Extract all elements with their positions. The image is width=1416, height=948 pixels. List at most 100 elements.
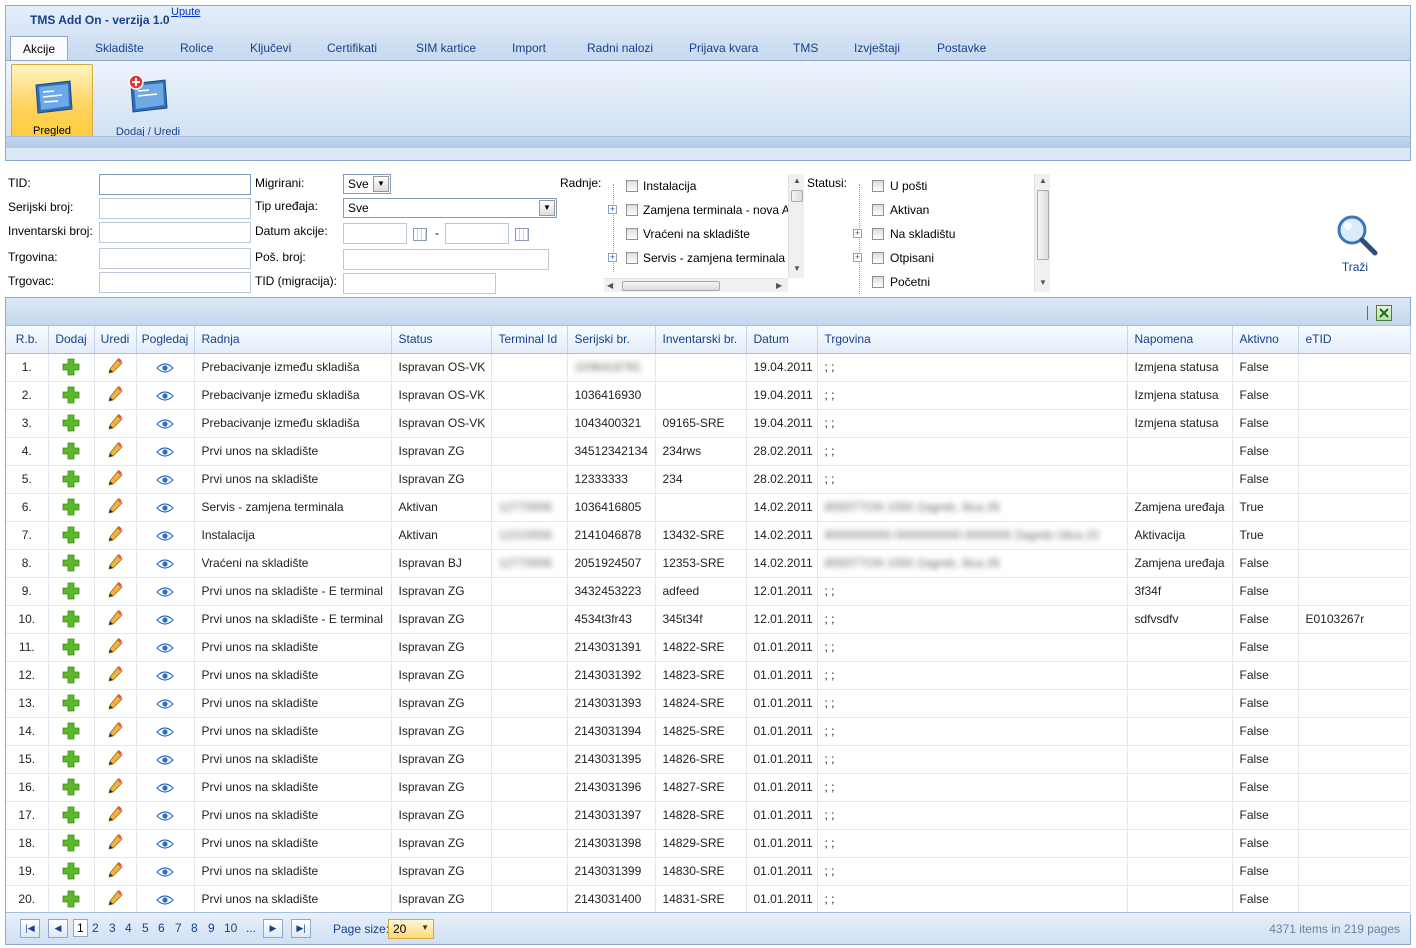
scroll-down-icon[interactable]: ▼ <box>793 264 801 273</box>
add-button[interactable] <box>48 829 95 858</box>
radnje-hscrollbar[interactable]: ◀ ▶ <box>604 278 788 292</box>
expand-icon[interactable]: + <box>853 253 862 262</box>
tid-migracija-input[interactable] <box>343 273 496 294</box>
edit-button[interactable] <box>94 829 137 858</box>
tab-izvjestaji[interactable]: Izvještaji <box>854 36 900 60</box>
edit-button[interactable] <box>94 437 137 466</box>
view-button[interactable] <box>136 493 195 522</box>
column-header-etid[interactable]: eTID <box>1298 326 1411 354</box>
dodaj-uredi-button[interactable]: Dodaj / Uredi <box>107 64 189 144</box>
help-link[interactable]: Upute <box>171 6 200 18</box>
radnje-vscrollbar[interactable]: ▲ ▼ <box>788 174 804 278</box>
view-button[interactable] <box>136 549 195 578</box>
tab-radni-nalozi[interactable]: Radni nalozi <box>587 36 653 60</box>
column-header-napomena[interactable]: Napomena <box>1127 326 1233 354</box>
view-button[interactable] <box>136 577 195 606</box>
column-header-pogledaj[interactable]: Pogledaj <box>136 326 195 354</box>
edit-button[interactable] <box>94 409 137 438</box>
page-link[interactable]: 6 <box>158 921 165 935</box>
column-header-rb[interactable]: R.b. <box>6 326 49 354</box>
checkbox[interactable] <box>872 252 884 264</box>
scroll-right-icon[interactable]: ▶ <box>776 281 782 290</box>
expand-icon[interactable]: + <box>608 253 617 262</box>
scroll-up-icon[interactable]: ▲ <box>793 176 801 185</box>
add-button[interactable] <box>48 717 95 746</box>
add-button[interactable] <box>48 773 95 802</box>
edit-button[interactable] <box>94 493 137 522</box>
table-row[interactable]: 5. Prvi unos na skladište Ispravan ZG 12333… <box>6 465 1411 494</box>
table-row[interactable]: 16. Prvi unos na skladište Ispravan ZG 2143… <box>6 773 1411 802</box>
edit-button[interactable] <box>94 381 137 410</box>
tab-certifikati[interactable]: Certifikati <box>327 36 377 60</box>
add-button[interactable] <box>48 353 95 382</box>
scroll-thumb[interactable] <box>1037 190 1049 260</box>
checkbox[interactable] <box>872 204 884 216</box>
tab-tms[interactable]: TMS <box>793 36 818 60</box>
edit-button[interactable] <box>94 661 137 690</box>
page-link[interactable]: 2 <box>92 921 99 935</box>
table-row[interactable]: 4. Prvi unos na skladište Ispravan ZG 34512… <box>6 437 1411 466</box>
view-button[interactable] <box>136 857 195 886</box>
table-row[interactable]: 17. Prvi unos na skladište Ispravan ZG 2143… <box>6 801 1411 830</box>
table-row[interactable]: 10. Prvi unos na skladište - E terminal Is… <box>6 605 1411 634</box>
tab-kljucevi[interactable]: Ključevi <box>250 36 291 60</box>
checkbox[interactable] <box>872 228 884 240</box>
edit-button[interactable] <box>94 633 137 662</box>
edit-button[interactable] <box>94 689 137 718</box>
edit-button[interactable] <box>94 577 137 606</box>
table-row[interactable]: 12. Prvi unos na skladište Ispravan ZG 2143… <box>6 661 1411 690</box>
column-header-status[interactable]: Status <box>391 326 492 354</box>
statusi-item[interactable]: U pošti <box>850 176 1032 196</box>
column-header-trgovina[interactable]: Trgovina <box>817 326 1128 354</box>
pregled-button[interactable]: Pregled <box>11 64 93 144</box>
edit-button[interactable] <box>94 465 137 494</box>
statusi-item[interactable]: Aktivan <box>850 200 1032 220</box>
search-button[interactable]: Traži <box>1330 210 1380 274</box>
table-row[interactable]: 13. Prvi unos na skladište Ispravan ZG 2143… <box>6 689 1411 718</box>
edit-button[interactable] <box>94 717 137 746</box>
scroll-up-icon[interactable]: ▲ <box>1039 176 1047 185</box>
radnje-item[interactable]: Vraćeni na skladište <box>604 224 788 244</box>
statusi-item[interactable]: Početni <box>850 272 1032 292</box>
add-button[interactable] <box>48 465 95 494</box>
page-link[interactable]: 8 <box>191 921 198 935</box>
view-button[interactable] <box>136 689 195 718</box>
view-button[interactable] <box>136 465 195 494</box>
calendar-icon[interactable] <box>413 228 427 241</box>
table-row[interactable]: 6. Servis - zamjena terminala Aktivan 12770… <box>6 493 1411 522</box>
add-button[interactable] <box>48 521 95 550</box>
view-button[interactable] <box>136 521 195 550</box>
add-button[interactable] <box>48 689 95 718</box>
scroll-down-icon[interactable]: ▼ <box>1039 278 1047 287</box>
table-row[interactable]: 7. Instalacija Aktivan 12210056 2141046878 13… <box>6 521 1411 550</box>
view-button[interactable] <box>136 633 195 662</box>
column-header-radnja[interactable]: Radnja <box>194 326 392 354</box>
radnje-item[interactable]: + Zamjena terminala - nova A <box>604 200 790 220</box>
table-row[interactable]: 19. Prvi unos na skladište Ispravan ZG 2143… <box>6 857 1411 886</box>
checkbox[interactable] <box>626 204 638 216</box>
add-button[interactable] <box>48 605 95 634</box>
column-header-dodaj[interactable]: Dodaj <box>48 326 95 354</box>
view-button[interactable] <box>136 605 195 634</box>
statusi-vscrollbar[interactable]: ▲ ▼ <box>1034 174 1050 292</box>
table-row[interactable]: 20. Prvi unos na skladište Ispravan ZG 2143… <box>6 885 1411 914</box>
tip-uredaja-select[interactable]: Sve ▼ <box>343 198 557 218</box>
checkbox[interactable] <box>872 180 884 192</box>
scroll-thumb[interactable] <box>791 190 803 202</box>
tab-import[interactable]: Import <box>512 36 546 60</box>
statusi-item[interactable]: + Na skladištu <box>850 224 1032 244</box>
serijski-input[interactable] <box>99 198 251 219</box>
edit-button[interactable] <box>94 605 137 634</box>
tab-postavke[interactable]: Postavke <box>937 36 986 60</box>
datum-od-input[interactable] <box>343 223 407 244</box>
view-button[interactable] <box>136 773 195 802</box>
add-button[interactable] <box>48 577 95 606</box>
view-button[interactable] <box>136 717 195 746</box>
checkbox[interactable] <box>626 252 638 264</box>
add-button[interactable] <box>48 801 95 830</box>
column-header-datum[interactable]: Datum <box>746 326 818 354</box>
tab-skladiste[interactable]: Skladište <box>95 36 144 60</box>
trgovac-input[interactable] <box>99 272 251 293</box>
add-button[interactable] <box>48 745 95 774</box>
export-excel-button[interactable] <box>1376 305 1392 321</box>
